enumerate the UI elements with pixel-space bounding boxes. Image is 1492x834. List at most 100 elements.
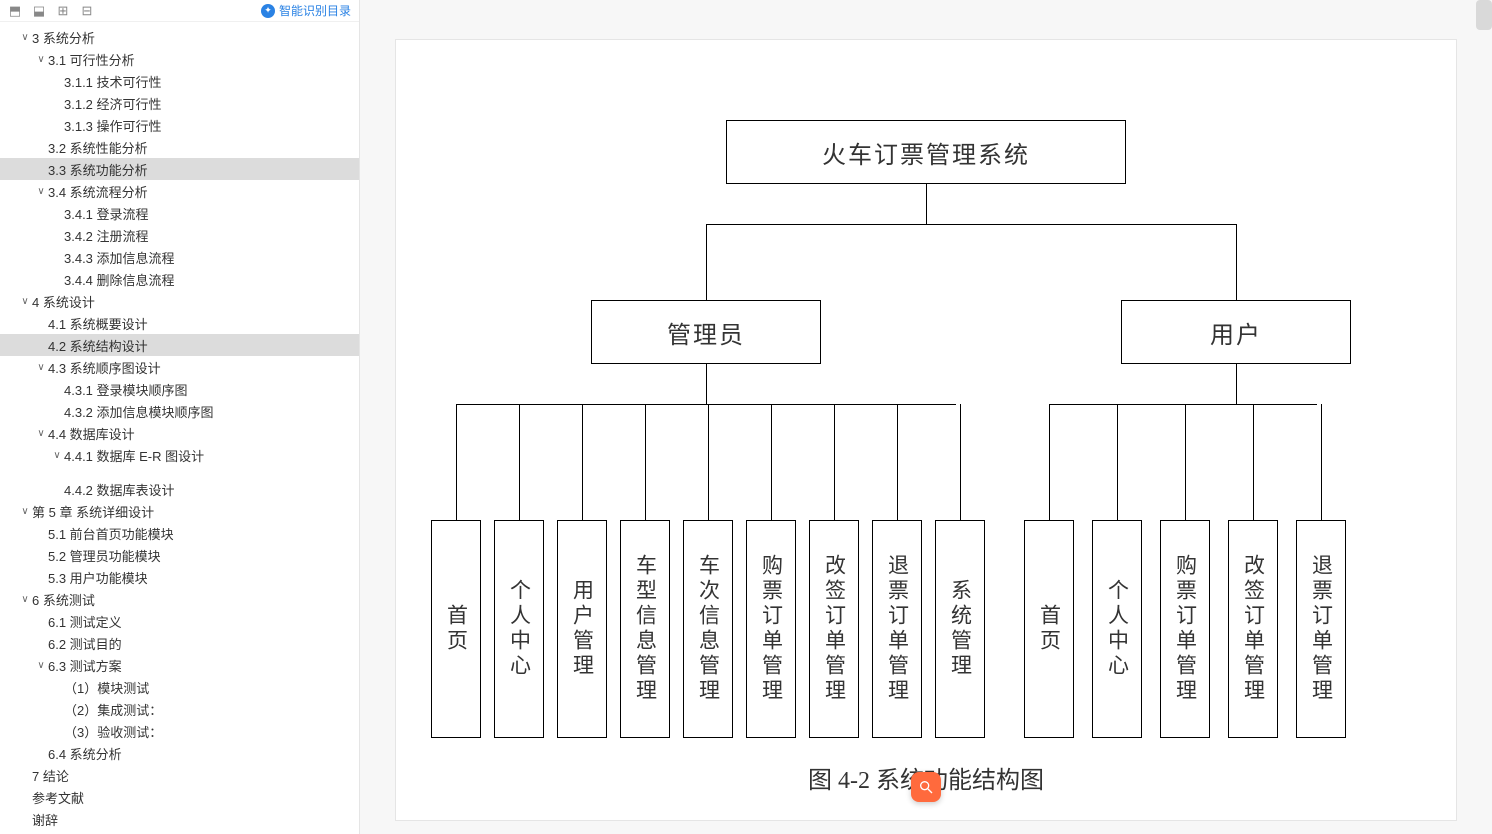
org-leaf-admin-node: 首页: [431, 520, 481, 738]
document-page: 火车订票管理系统 管理员 用户 图 4-2 系统功能结构图 首页个人中心用户管理…: [396, 40, 1456, 820]
smart-toc-label: 智能识别目录: [279, 2, 351, 19]
toc-item[interactable]: 3.1.2 经济可行性: [0, 92, 359, 114]
toc-item-label: 4 系统设计: [32, 292, 95, 311]
chevron-down-icon[interactable]: ∨: [34, 428, 48, 439]
org-leaf-label: 用户管理: [572, 579, 593, 679]
toc-item[interactable]: 5.3 用户功能模块: [0, 566, 359, 588]
org-mid-user-node: 用户: [1121, 300, 1351, 364]
chevron-down-icon[interactable]: ∨: [18, 32, 32, 43]
find-in-page-button[interactable]: [911, 772, 941, 802]
toc-item[interactable]: （1）模块测试: [0, 676, 359, 698]
toc-item[interactable]: ∨4.3 系统顺序图设计: [0, 356, 359, 378]
toc-item[interactable]: ∨4.4.1 数据库 E-R 图设计: [0, 444, 359, 466]
search-icon: [918, 779, 934, 795]
chevron-down-icon[interactable]: ∨: [34, 54, 48, 65]
toc-item[interactable]: ∨3.1 可行性分析: [0, 48, 359, 70]
toc-item[interactable]: 参考文献: [0, 786, 359, 808]
line: [582, 404, 583, 520]
outline-toolbar: ⬒ ⬓ ⊞ ⊟ ✦ 智能识别目录: [0, 0, 359, 22]
line: [1117, 404, 1118, 520]
toc-item-label: 第 5 章 系统详细设计: [32, 502, 154, 521]
toc-item[interactable]: ∨6.3 测试方案: [0, 654, 359, 676]
chevron-down-icon[interactable]: ∨: [34, 186, 48, 197]
line: [1185, 404, 1186, 520]
expand-plus-icon[interactable]: ⊞: [56, 4, 70, 18]
line: [1236, 224, 1237, 300]
org-root-node: 火车订票管理系统: [726, 120, 1126, 184]
toc-item[interactable]: 3.4.1 登录流程: [0, 202, 359, 224]
org-leaf-label: 购票订单管理: [761, 554, 782, 704]
toc-item[interactable]: ∨6 系统测试: [0, 588, 359, 610]
line: [1236, 364, 1237, 404]
toc-item-label: 3.4.3 添加信息流程: [64, 248, 175, 267]
chevron-down-icon[interactable]: ∨: [34, 362, 48, 373]
toc-item[interactable]: 6.2 测试目的: [0, 632, 359, 654]
toc-item[interactable]: ∨3 系统分析: [0, 26, 359, 48]
line: [834, 404, 835, 520]
toc-item-label: 5.3 用户功能模块: [48, 568, 148, 587]
toc-item[interactable]: 7 结论: [0, 764, 359, 786]
outline-tree[interactable]: ∨3 系统分析∨3.1 可行性分析3.1.1 技术可行性3.1.2 经济可行性3…: [0, 22, 359, 834]
toc-item[interactable]: ∨4.4 数据库设计: [0, 422, 359, 444]
org-leaf-user-node: 首页: [1024, 520, 1074, 738]
toc-item-label: 4.4.2 数据库表设计: [64, 480, 175, 499]
org-leaf-admin-node: 改签订单管理: [809, 520, 859, 738]
toc-item-label: 4.3.2 添加信息模块顺序图: [64, 402, 214, 421]
toc-item-label: 4.3.1 登录模块顺序图: [64, 380, 188, 399]
toc-item[interactable]: 3.4.2 注册流程: [0, 224, 359, 246]
smart-toc-icon: ✦: [261, 4, 275, 18]
toc-item[interactable]: 4.3.1 登录模块顺序图: [0, 378, 359, 400]
chevron-down-icon[interactable]: ∨: [34, 660, 48, 671]
line: [1253, 404, 1254, 520]
org-leaf-user-node: 个人中心: [1092, 520, 1142, 738]
toc-item-label: 3.3 系统功能分析: [48, 160, 148, 179]
org-leaf-label: 个人中心: [1107, 579, 1128, 679]
toc-item[interactable]: 3.1.1 技术可行性: [0, 70, 359, 92]
line: [771, 404, 772, 520]
smart-toc-button[interactable]: ✦ 智能识别目录: [261, 2, 351, 19]
toc-item[interactable]: 5.2 管理员功能模块: [0, 544, 359, 566]
chevron-down-icon[interactable]: ∨: [18, 506, 32, 517]
org-leaf-label: 车次信息管理: [698, 554, 719, 704]
org-leaf-admin-node: 系统管理: [935, 520, 985, 738]
toc-item[interactable]: 4.2 系统结构设计: [0, 334, 359, 356]
toc-item[interactable]: 4.3.2 添加信息模块顺序图: [0, 400, 359, 422]
toc-item-label: 6.2 测试目的: [48, 634, 122, 653]
toc-item[interactable]: 3.3 系统功能分析: [0, 158, 359, 180]
toc-item-label: 7 结论: [32, 766, 69, 785]
toc-item[interactable]: ∨4 系统设计: [0, 290, 359, 312]
toc-item[interactable]: 3.2 系统性能分析: [0, 136, 359, 158]
org-leaf-admin-node: 个人中心: [494, 520, 544, 738]
toc-item[interactable]: ∨第 5 章 系统详细设计: [0, 500, 359, 522]
toc-item[interactable]: （3）验收测试：: [0, 720, 359, 742]
chevron-down-icon[interactable]: ∨: [50, 450, 64, 461]
org-leaf-label: 改签订单管理: [824, 554, 845, 704]
outline-toolbar-left: ⬒ ⬓ ⊞ ⊟: [8, 4, 94, 18]
line: [960, 404, 961, 520]
chevron-down-icon[interactable]: ∨: [18, 296, 32, 307]
collapse-up-icon[interactable]: ⬒: [8, 4, 22, 18]
toc-item-label: 4.3 系统顺序图设计: [48, 358, 161, 377]
document-viewport: 火车订票管理系统 管理员 用户 图 4-2 系统功能结构图 首页个人中心用户管理…: [360, 0, 1492, 834]
toc-item[interactable]: （2）集成测试：: [0, 698, 359, 720]
toc-item[interactable]: 3.1.3 操作可行性: [0, 114, 359, 136]
toc-item-label: 5.1 前台首页功能模块: [48, 524, 174, 543]
collapse-minus-icon[interactable]: ⊟: [80, 4, 94, 18]
toc-item[interactable]: 4.1 系统概要设计: [0, 312, 359, 334]
toc-item[interactable]: 4.4.2 数据库表设计: [0, 478, 359, 500]
org-leaf-admin-node: 购票订单管理: [746, 520, 796, 738]
toc-item[interactable]: ∨3.4 系统流程分析: [0, 180, 359, 202]
org-leaf-admin-node: 车次信息管理: [683, 520, 733, 738]
org-leaf-label: 系统管理: [950, 579, 971, 679]
chevron-down-icon[interactable]: ∨: [18, 594, 32, 605]
toc-item[interactable]: 5.1 前台首页功能模块: [0, 522, 359, 544]
toc-item[interactable]: 6.1 测试定义: [0, 610, 359, 632]
org-mid-admin-node: 管理员: [591, 300, 821, 364]
vertical-scrollbar[interactable]: [1476, 0, 1492, 30]
toc-item[interactable]: 6.4 系统分析: [0, 742, 359, 764]
toc-item[interactable]: 3.4.4 删除信息流程: [0, 268, 359, 290]
collapse-down-icon[interactable]: ⬓: [32, 4, 46, 18]
toc-item[interactable]: 3.4.3 添加信息流程: [0, 246, 359, 268]
toc-item[interactable]: 谢辞: [0, 808, 359, 830]
toc-item-label: （1）模块测试: [64, 678, 149, 697]
